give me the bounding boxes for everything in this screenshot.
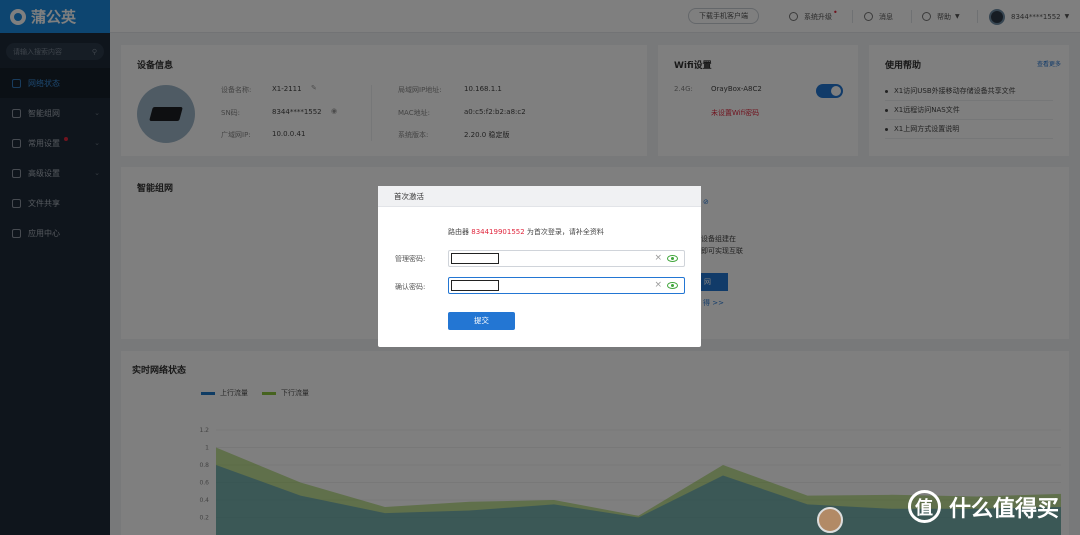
clear-icon[interactable]: × <box>654 253 662 264</box>
router-sn: 834419901552 <box>471 228 525 236</box>
first-activation-dialog: 首次激活 路由器 834419901552 为首次登录，请补全资料 管理密码: … <box>378 186 701 347</box>
watermark-text: 什么值得买 <box>949 496 1060 522</box>
eye-icon[interactable] <box>667 282 678 289</box>
dialog-message: 路由器 834419901552 为首次登录，请补全资料 <box>448 227 604 237</box>
clear-icon[interactable]: × <box>654 280 662 291</box>
message-suffix: 为首次登录，请补全资料 <box>526 228 604 236</box>
watermark: 什么值得买 <box>908 490 1059 523</box>
submit-button[interactable]: 提交 <box>448 312 515 330</box>
admin-password-field[interactable]: × <box>448 250 685 267</box>
eye-icon[interactable] <box>667 255 678 262</box>
message-prefix: 路由器 <box>448 228 469 236</box>
floating-avatar[interactable] <box>817 507 843 533</box>
password-mask <box>451 253 499 264</box>
dialog-title: 首次激活 <box>378 186 701 207</box>
confirm-password-field[interactable]: × <box>448 277 685 294</box>
zhi-logo-icon <box>908 490 941 523</box>
admin-password-label: 管理密码: <box>395 255 426 263</box>
confirm-password-label: 确认密码: <box>395 283 426 291</box>
password-mask <box>451 280 499 291</box>
